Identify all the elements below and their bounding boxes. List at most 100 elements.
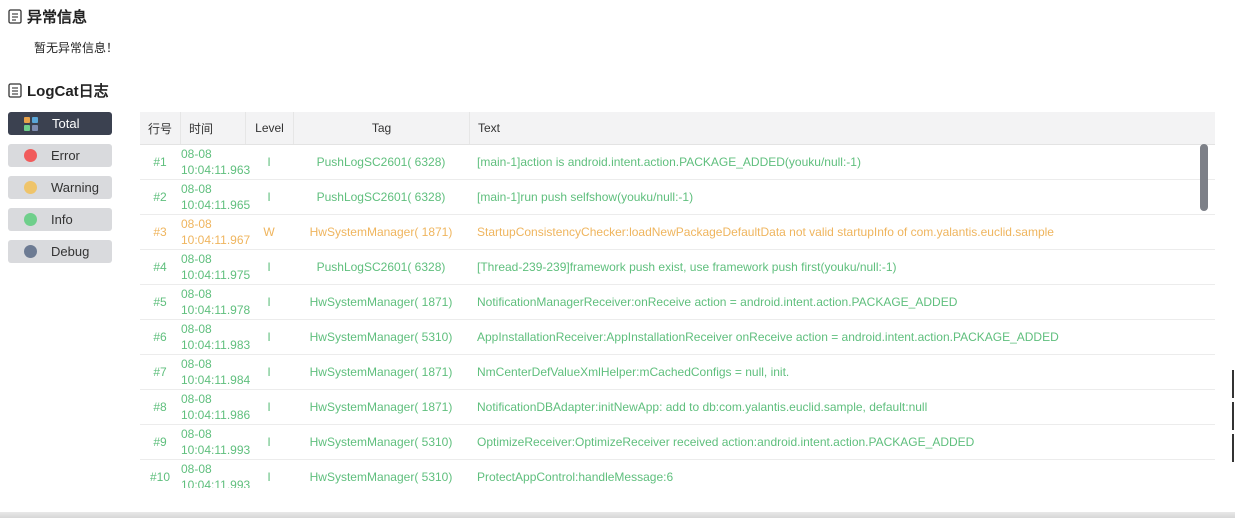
info-dot-icon: [24, 213, 37, 226]
row-time: 10:04:11.993: [181, 443, 251, 457]
row-line-number: #10: [149, 470, 171, 484]
filter-total-button[interactable]: Total: [8, 112, 112, 135]
row-time: 10:04:11.984: [181, 373, 251, 387]
row-tag: HwSystemManager( 5310): [309, 330, 453, 344]
row-date: 08-08: [181, 252, 212, 266]
row-time: 10:04:11.965: [181, 198, 251, 212]
list-icon: [8, 83, 22, 98]
row-line-number: #6: [153, 330, 167, 344]
column-header-text[interactable]: Text: [469, 112, 1215, 144]
row-date: 08-08: [181, 462, 212, 476]
row-text: ProtectAppControl:handleMessage:6: [477, 470, 674, 484]
row-line-number: #7: [153, 365, 167, 379]
scrollbar-thumb[interactable]: [1200, 144, 1208, 211]
row-text: NotificationDBAdapter:initNewApp: add to…: [477, 400, 928, 414]
column-header-tag[interactable]: Tag: [293, 112, 469, 144]
row-line-number: #3: [153, 225, 167, 239]
warning-dot-icon: [24, 181, 37, 194]
row-date: 08-08: [181, 287, 212, 301]
table-row[interactable]: #7 08-08 10:04:11.984 I HwSystemManager( 187…: [140, 355, 1215, 390]
row-date: 08-08: [181, 217, 212, 231]
error-dot-icon: [24, 149, 37, 162]
table-row[interactable]: #6 08-08 10:04:11.983 I HwSystemManager( 531…: [140, 320, 1215, 355]
grid-icon: [24, 116, 38, 131]
row-timestamp: 08-08 10:04:11.993: [180, 426, 251, 458]
row-time: 10:04:11.967: [181, 233, 251, 247]
row-tag: PushLogSC2601( 6328): [316, 155, 446, 169]
row-text: [main-1]action is android.intent.action.…: [477, 155, 861, 169]
table-row[interactable]: #2 08-08 10:04:11.965 I PushLogSC2601( 6328)…: [140, 180, 1215, 215]
debug-dot-icon: [24, 245, 37, 258]
table-row[interactable]: #4 08-08 10:04:11.975 I PushLogSC2601( 6328)…: [140, 250, 1215, 285]
column-header-line[interactable]: 行号: [140, 112, 180, 144]
row-timestamp: 08-08 10:04:11.965: [180, 181, 251, 213]
table-row[interactable]: #9 08-08 10:04:11.993 I HwSystemManager( 531…: [140, 425, 1215, 460]
column-header-level[interactable]: Level: [245, 112, 293, 144]
table-row[interactable]: #3 08-08 10:04:11.967 W HwSystemManager( 187…: [140, 215, 1215, 250]
row-line-number: #2: [153, 190, 167, 204]
level-filter-list: Total Error Warning Info Debug: [8, 112, 112, 272]
row-level: I: [267, 435, 271, 449]
row-level: W: [263, 225, 275, 239]
filter-error-button[interactable]: Error: [8, 144, 112, 167]
row-timestamp: 08-08 10:04:11.975: [180, 251, 250, 283]
row-line-number: #9: [153, 435, 167, 449]
row-timestamp: 08-08 10:04:11.984: [180, 356, 251, 388]
row-line-number: #8: [153, 400, 167, 414]
table-row[interactable]: #10 08-08 10:04:11.993 I HwSystemManager( 53…: [140, 460, 1215, 488]
vertical-scrollbar[interactable]: [1200, 144, 1208, 487]
table-row[interactable]: #5 08-08 10:04:11.978 I HwSystemManager( 187…: [140, 285, 1215, 320]
table-header: 行号 时间 Level Tag Text: [140, 112, 1215, 145]
row-tag: PushLogSC2601( 6328): [316, 190, 446, 204]
filter-debug-button[interactable]: Debug: [8, 240, 112, 263]
row-date: 08-08: [181, 147, 212, 161]
filter-warning-button[interactable]: Warning: [8, 176, 112, 199]
row-tag: HwSystemManager( 5310): [309, 470, 453, 484]
row-tag: PushLogSC2601( 6328): [316, 260, 446, 274]
row-text: [main-1]run push selfshow(youku/null:-1): [477, 190, 694, 204]
row-timestamp: 08-08 10:04:11.963: [180, 146, 251, 178]
table-body[interactable]: #1 08-08 10:04:11.963 I PushLogSC2601( 6328)…: [140, 145, 1215, 488]
row-text: [Thread-239-239]framework push exist, us…: [477, 260, 897, 274]
row-timestamp: 08-08 10:04:11.978: [180, 286, 251, 318]
exception-message: 暂无异常信息！: [34, 41, 119, 55]
row-tag: HwSystemManager( 1871): [309, 295, 453, 309]
row-date: 08-08: [181, 182, 212, 196]
row-text: StartupConsistencyChecker:loadNewPackage…: [477, 225, 1054, 239]
row-level: I: [267, 260, 271, 274]
table-row[interactable]: #8 08-08 10:04:11.986 I HwSystemManager( 187…: [140, 390, 1215, 425]
row-line-number: #4: [153, 260, 167, 274]
row-time: 10:04:11.986: [181, 408, 251, 422]
row-level: I: [267, 190, 271, 204]
filter-label: Debug: [51, 244, 90, 259]
row-date: 08-08: [181, 357, 212, 371]
logcat-title-text: LogCat日志: [27, 83, 109, 100]
row-level: I: [267, 155, 271, 169]
row-level: I: [267, 470, 271, 484]
row-text: NmCenterDefValueXmlHelper:mCachedConfigs…: [477, 365, 790, 379]
row-timestamp: 08-08 10:04:11.993: [180, 461, 251, 488]
filter-label: Warning: [51, 180, 99, 195]
row-time: 10:04:11.978: [181, 303, 251, 317]
row-time: 10:04:11.993: [181, 478, 251, 488]
filter-info-button[interactable]: Info: [8, 208, 112, 231]
row-level: I: [267, 400, 271, 414]
row-tag: HwSystemManager( 1871): [309, 400, 453, 414]
logcat-table: 行号 时间 Level Tag Text #1 08-08 10:04:11.963…: [140, 112, 1215, 488]
row-tag: HwSystemManager( 5310): [309, 435, 453, 449]
row-level: I: [267, 295, 271, 309]
column-header-time[interactable]: 时间: [180, 112, 245, 144]
row-date: 08-08: [181, 392, 212, 406]
row-level: I: [267, 365, 271, 379]
logcat-section-title: LogCat日志: [8, 80, 109, 101]
row-tag: HwSystemManager( 1871): [309, 365, 453, 379]
row-timestamp: 08-08 10:04:11.983: [180, 321, 251, 353]
row-date: 08-08: [181, 427, 212, 441]
row-date: 08-08: [181, 322, 212, 336]
filter-label: Total: [52, 116, 80, 131]
document-icon: [8, 9, 22, 24]
row-time: 10:04:11.983: [181, 338, 251, 352]
table-row[interactable]: #1 08-08 10:04:11.963 I PushLogSC2601( 6328)…: [140, 145, 1215, 180]
row-time: 10:04:11.963: [181, 163, 251, 177]
row-line-number: #1: [153, 155, 167, 169]
